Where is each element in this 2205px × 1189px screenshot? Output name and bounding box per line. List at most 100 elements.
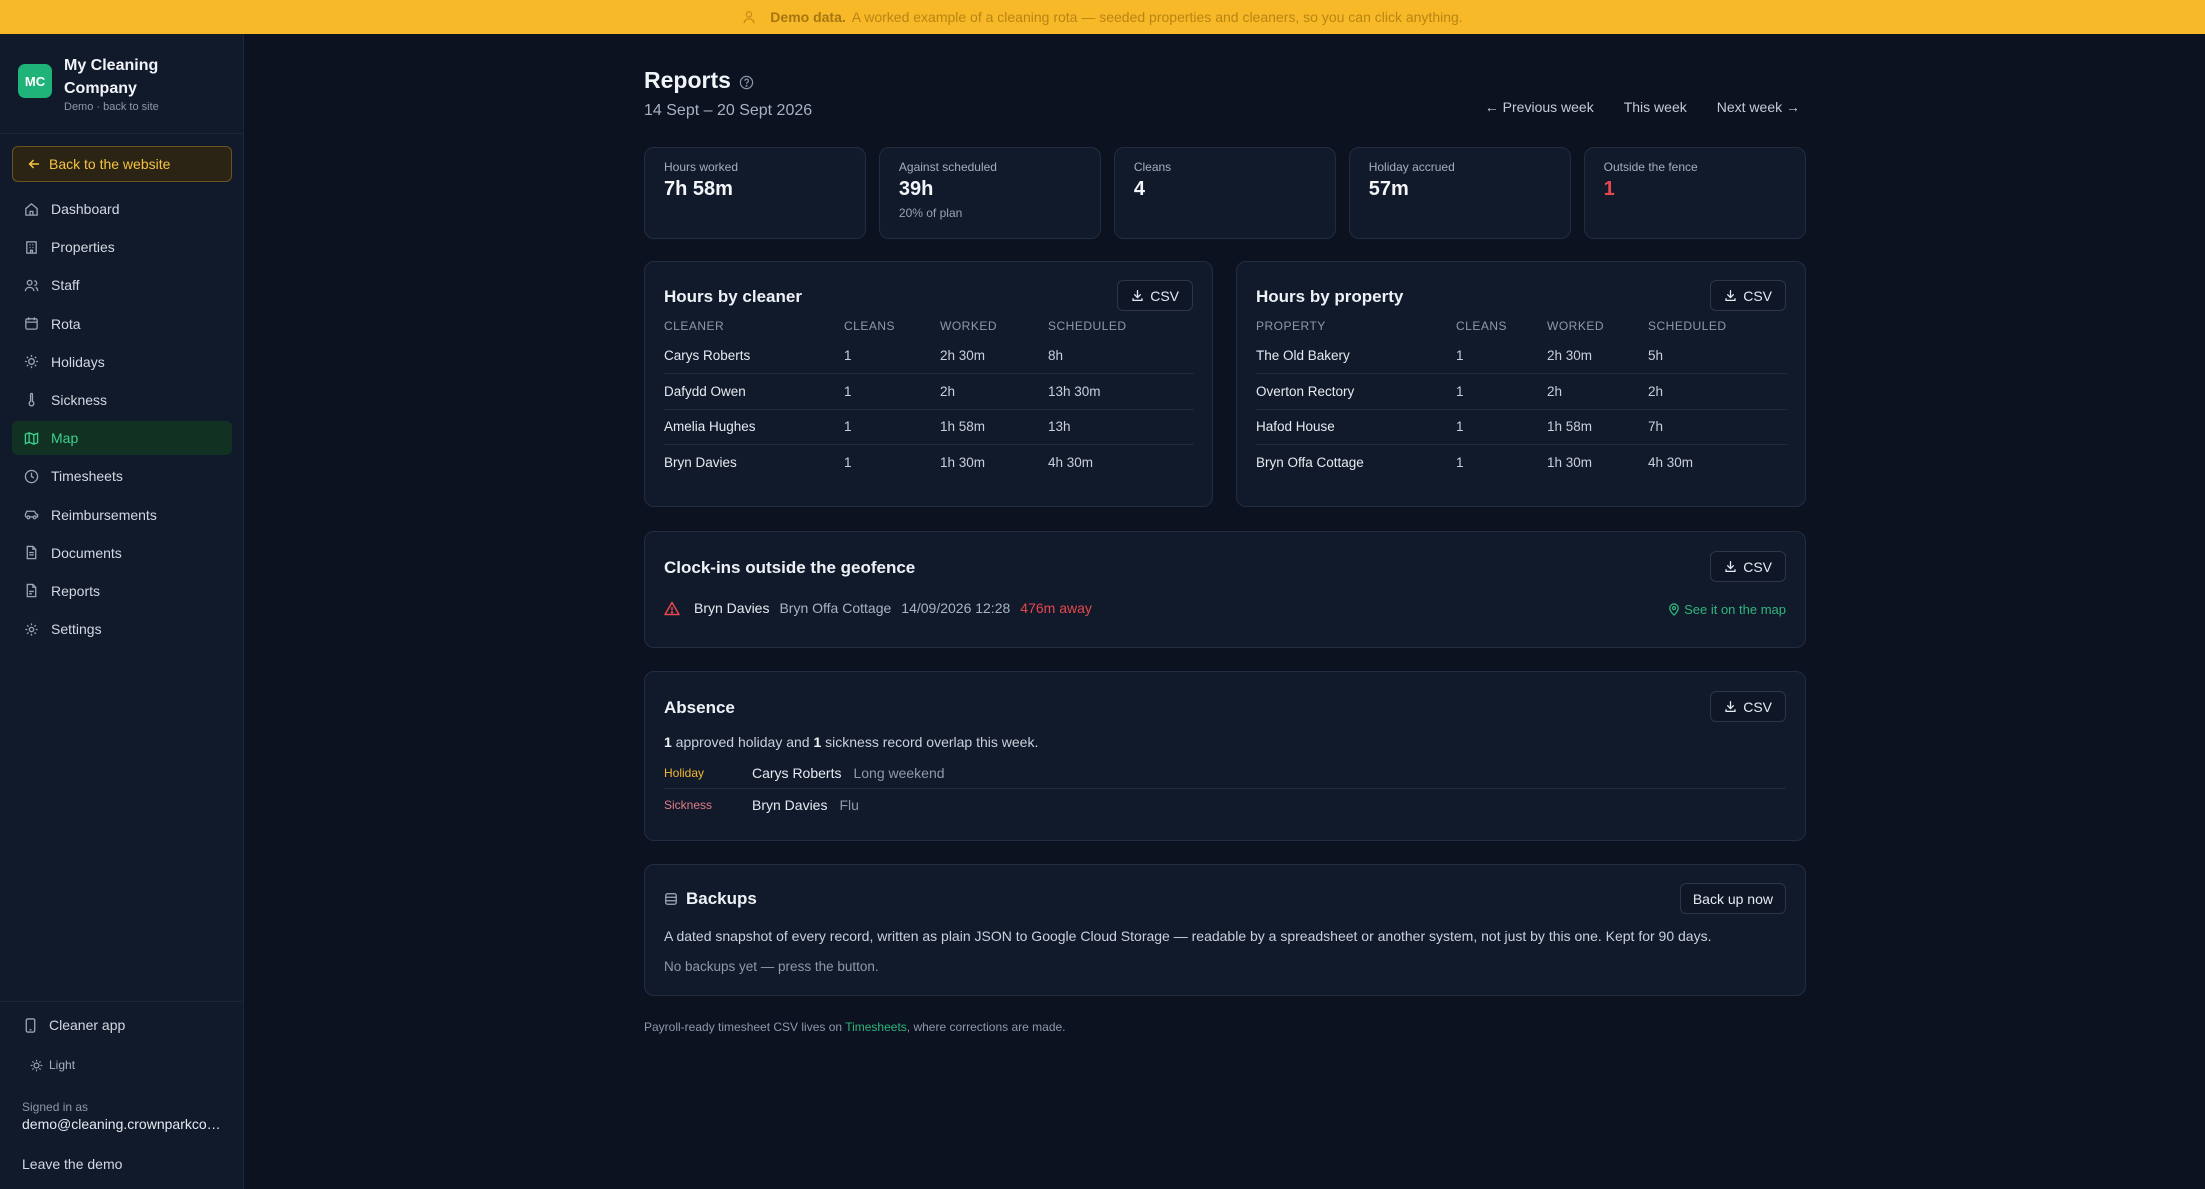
back-up-now-button[interactable]: Back up now	[1679, 883, 1786, 914]
sidebar-item-staff[interactable]: Staff	[12, 268, 232, 302]
stat-sub: 20% of plan	[898, 206, 963, 220]
table-cell: 5h	[1648, 348, 1664, 363]
theme-toggle[interactable]: Light	[30, 1058, 75, 1072]
theme-toggle-label: Light	[49, 1058, 76, 1072]
brand-logo: MC	[18, 64, 52, 98]
table-cell: Bryn Davies	[664, 444, 844, 480]
stat-label: Holiday accrued	[1368, 160, 1455, 174]
backups-description: A dated snapshot of every record, writte…	[664, 928, 1712, 944]
table-cell: Carys Roberts	[664, 348, 751, 363]
geofence-time: 14/09/2026 12:28	[901, 600, 1011, 616]
stat-value: 1	[1603, 178, 1615, 200]
table-cell: 2h	[1547, 373, 1648, 409]
sidebar-item-label: Timesheets	[51, 468, 123, 485]
column-header: WORKED	[940, 319, 997, 333]
sidebar-item-timesheets[interactable]: Timesheets	[12, 459, 232, 493]
help-icon[interactable]	[739, 71, 754, 90]
sun-icon	[24, 354, 39, 369]
table-cell: 1h 30m	[940, 444, 1048, 480]
geofence-distance: 476m away	[1020, 600, 1092, 616]
table-header-row: PROPERTY CLEANS WORKED SCHEDULED	[1256, 314, 1787, 338]
column-header: CLEANER	[664, 319, 725, 333]
timesheets-link[interactable]: Timesheets	[845, 1020, 907, 1034]
table-cell: 13h 30m	[1048, 373, 1194, 409]
table-cell: 2h	[940, 373, 1048, 409]
geofence-card: Clock-ins outside the geofence CSV Bryn …	[644, 531, 1806, 648]
absence-type: Sickness	[664, 798, 713, 812]
sidebar-item-settings[interactable]: Settings	[12, 612, 232, 646]
stat-label: Outside the fence	[1603, 160, 1698, 174]
geofence-cleaner: Bryn Davies	[694, 600, 770, 616]
users-icon	[24, 278, 39, 293]
table-cell: 1h 58m	[940, 408, 1048, 445]
map-icon	[24, 431, 39, 446]
see-on-map-link[interactable]: See it on the map	[1668, 602, 1786, 617]
sidebar-item-sickness[interactable]: Sickness	[12, 383, 232, 417]
table-cell: Bryn Offa Cottage	[1256, 444, 1456, 480]
table-cell: 1h 30m	[1547, 444, 1648, 480]
calendar-icon	[24, 316, 39, 331]
csv-download-button[interactable]: CSV	[1710, 691, 1786, 722]
hours-by-property-table: PROPERTY CLEANS WORKED SCHEDULED The Old…	[1256, 314, 1787, 480]
csv-label: CSV	[1743, 287, 1772, 304]
csv-label: CSV	[1743, 558, 1772, 575]
warning-icon	[664, 601, 684, 616]
card-title: Absence	[664, 698, 735, 717]
table-cell: 1	[844, 373, 940, 409]
table-cell: Dafydd Owen	[664, 373, 844, 409]
table-cell: 2h 30m	[940, 348, 986, 363]
table-cell: 4h 30m	[1048, 444, 1194, 480]
brand-name: My Cleaning Company	[64, 57, 159, 97]
sidebar-item-documents[interactable]: Documents	[12, 536, 232, 570]
stat-card-cleans: Cleans 4	[1113, 147, 1337, 239]
brand[interactable]: MC My Cleaning Company Demo · back to si…	[18, 54, 194, 113]
sidebar-item-holidays[interactable]: Holidays	[12, 345, 232, 379]
sidebar-item-dashboard[interactable]: Dashboard	[12, 192, 232, 226]
sidebar-item-map[interactable]: Map	[12, 421, 232, 456]
sidebar-item-reports[interactable]: Reports	[12, 574, 232, 608]
stat-value: 57m	[1368, 178, 1409, 200]
table-cell: 2h 30m	[1547, 348, 1593, 363]
previous-week-button[interactable]: ← Previous week	[1485, 99, 1594, 115]
person-icon	[742, 10, 764, 24]
column-header: CLEANS	[1456, 319, 1508, 333]
brand-sub[interactable]: Demo · back to site	[64, 101, 194, 113]
backups-card: Backups Back up now A dated snapshot of …	[644, 864, 1806, 996]
absence-note: Flu	[839, 797, 859, 813]
table-cell: Overton Rectory	[1256, 373, 1456, 409]
table-cell: 1	[1456, 444, 1547, 480]
this-week-button[interactable]: This week	[1624, 99, 1687, 115]
table-cell: 13h	[1048, 408, 1194, 445]
date-range: 14 Sept – 20 Sept 2026	[644, 102, 813, 119]
footnote-text: Payroll-ready timesheet CSV lives on	[644, 1020, 846, 1034]
sidebar-item-label: Properties	[51, 239, 115, 256]
footnote-text: , where corrections are made.	[906, 1020, 1066, 1034]
column-header: CLEANS	[844, 319, 896, 333]
table-header-row: CLEANER CLEANS WORKED SCHEDULED	[664, 314, 1194, 338]
back-to-website-button[interactable]: Back to the website	[12, 146, 232, 182]
csv-download-button[interactable]: CSV	[1710, 551, 1786, 582]
table-cell: 1h 58m	[1547, 408, 1648, 445]
banner-text: A worked example of a cleaning rota — se…	[851, 9, 1463, 25]
sidebar-item-rota[interactable]: Rota	[12, 307, 232, 341]
sidebar-item-label: Reports	[51, 582, 101, 599]
sidebar-item-reimbursements[interactable]: Reimbursements	[12, 498, 232, 532]
demo-banner: Demo data. A worked example of a cleanin…	[0, 0, 2205, 34]
table-cell: 1	[1456, 348, 1464, 363]
absence-row: Sickness Bryn Davies Flu	[664, 797, 1786, 813]
page-title: Reports	[644, 67, 754, 94]
sidebar-item-label: Staff	[51, 277, 80, 294]
next-week-button[interactable]: Next week →	[1717, 99, 1800, 115]
sidebar-item-label: Map	[51, 430, 79, 447]
sidebar-item-label: Sickness	[51, 391, 108, 408]
csv-download-button[interactable]: CSV	[1710, 280, 1786, 311]
sidebar-item-label: Rota	[51, 315, 81, 332]
backups-empty-state: No backups yet — press the button.	[664, 959, 879, 974]
table-row: Dafydd Owen 1 2h 13h 30m	[664, 373, 1194, 409]
cleaner-app-link[interactable]: Cleaner app	[24, 1017, 125, 1033]
signed-in-label: Signed in as	[22, 1100, 89, 1114]
leave-demo-link[interactable]: Leave the demo	[22, 1156, 122, 1172]
sidebar-item-properties[interactable]: Properties	[12, 230, 232, 264]
table-row: Bryn Offa Cottage 1 1h 30m 4h 30m	[1256, 444, 1787, 480]
csv-download-button[interactable]: CSV	[1117, 280, 1193, 311]
